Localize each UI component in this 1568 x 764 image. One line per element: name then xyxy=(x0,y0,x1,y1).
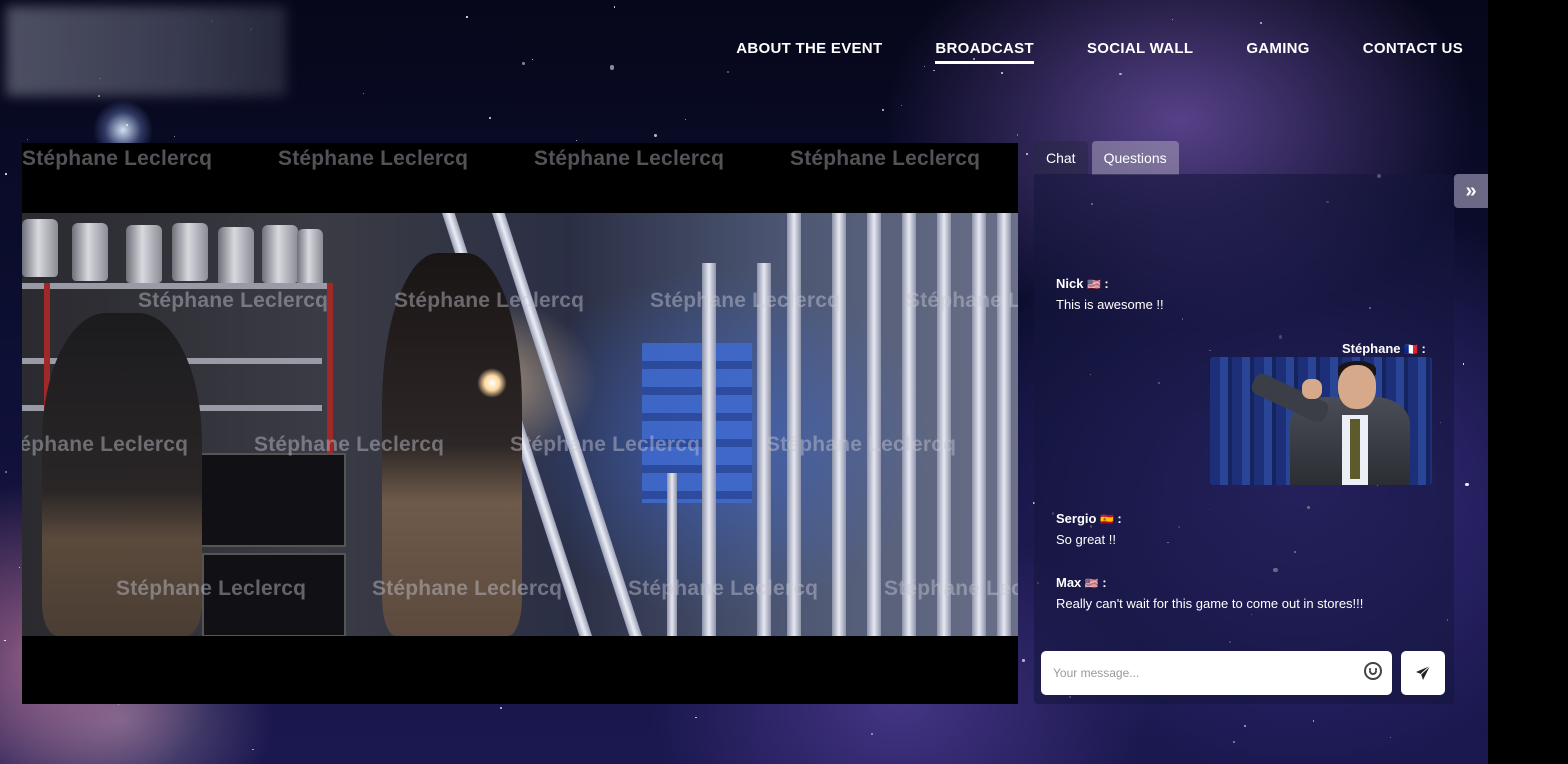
flag-icon: 🇺🇸 xyxy=(1084,578,1099,590)
star xyxy=(933,69,935,72)
chat-tabs: Chat Questions xyxy=(1034,141,1179,175)
tab-questions[interactable]: Questions xyxy=(1091,141,1179,175)
star xyxy=(1243,724,1246,727)
star xyxy=(727,70,730,73)
flag-icon: 🇫🇷 xyxy=(1404,344,1418,356)
chat-gif-image[interactable] xyxy=(1210,357,1432,485)
flag-icon: 🇪🇸 xyxy=(1100,514,1114,526)
star xyxy=(488,116,491,119)
message-input[interactable] xyxy=(1051,665,1348,681)
star xyxy=(466,16,468,19)
star xyxy=(575,139,577,141)
video-frame: Stéphane Leclercq Stéphane Leclercq Stép… xyxy=(22,213,1018,636)
author-separator: : xyxy=(1100,276,1109,291)
double-chevron-right-icon: » xyxy=(1465,179,1477,202)
star xyxy=(1022,659,1025,662)
message-author: Sergio xyxy=(1056,511,1097,526)
main-nav: ABOUT THE EVENT BROADCAST SOCIAL WALL GA… xyxy=(736,40,1463,64)
star xyxy=(125,123,128,126)
chat-message: Nick 🇺🇸 : This is awesome !! xyxy=(1056,274,1164,315)
message-author: Max xyxy=(1056,575,1082,590)
star xyxy=(521,62,525,65)
star xyxy=(923,65,925,67)
star xyxy=(684,118,686,121)
watermark: Stéphane Leclercq xyxy=(650,289,841,312)
star xyxy=(1171,18,1173,20)
star xyxy=(4,639,6,641)
star xyxy=(1259,22,1262,25)
star xyxy=(5,470,8,473)
watermark: Stéphane Leclercq xyxy=(22,147,213,170)
collapse-chat-button[interactable]: » xyxy=(1454,174,1488,208)
flag-icon: 🇺🇸 xyxy=(1087,279,1101,291)
star xyxy=(1119,72,1122,76)
send-button[interactable] xyxy=(1401,651,1445,695)
message-text: This is awesome !! xyxy=(1056,297,1164,312)
window-edge xyxy=(1488,0,1568,764)
star xyxy=(1465,482,1469,487)
author-separator: : xyxy=(1113,511,1122,526)
watermark: Stéphane Leclercq xyxy=(138,289,329,312)
smiley-icon[interactable] xyxy=(1364,662,1382,680)
author-separator: : xyxy=(1417,341,1426,356)
star xyxy=(26,138,28,140)
message-text: So great !! xyxy=(1056,532,1116,547)
message-text: Really can't wait for this game to come … xyxy=(1056,596,1364,611)
star xyxy=(5,172,7,175)
watermark: Stéphane Leclercq xyxy=(790,147,981,170)
watermark: Stéphane Leclercq xyxy=(278,147,469,170)
video-player[interactable]: Stéphane Leclercq Stéphane Leclercq Stép… xyxy=(22,143,1018,704)
star xyxy=(363,92,365,94)
watermark-row-top: Stéphane Leclercq Stéphane Leclercq Stép… xyxy=(22,147,1018,177)
message-input-box xyxy=(1041,651,1392,695)
nav-broadcast[interactable]: BROADCAST xyxy=(935,40,1034,64)
star xyxy=(654,134,657,137)
message-author: Stéphane xyxy=(1342,341,1401,356)
logo-blurred xyxy=(6,6,286,96)
star xyxy=(609,65,614,70)
nav-about-the-event[interactable]: ABOUT THE EVENT xyxy=(736,40,882,64)
author-separator: : xyxy=(1098,575,1107,590)
watermark: Stéphane Leclercq xyxy=(534,147,725,170)
nav-gaming[interactable]: GAMING xyxy=(1246,40,1309,64)
chat-message: Max 🇺🇸 : Really can't wait for this game… xyxy=(1056,573,1376,614)
message-author: Nick xyxy=(1056,276,1084,291)
chat-message: Sergio 🇪🇸 : So great !! xyxy=(1056,509,1122,550)
nav-contact-us[interactable]: CONTACT US xyxy=(1363,40,1463,64)
nav-social-wall[interactable]: SOCIAL WALL xyxy=(1087,40,1193,64)
tab-chat[interactable]: Chat xyxy=(1034,141,1088,175)
paper-plane-icon xyxy=(1416,665,1431,680)
